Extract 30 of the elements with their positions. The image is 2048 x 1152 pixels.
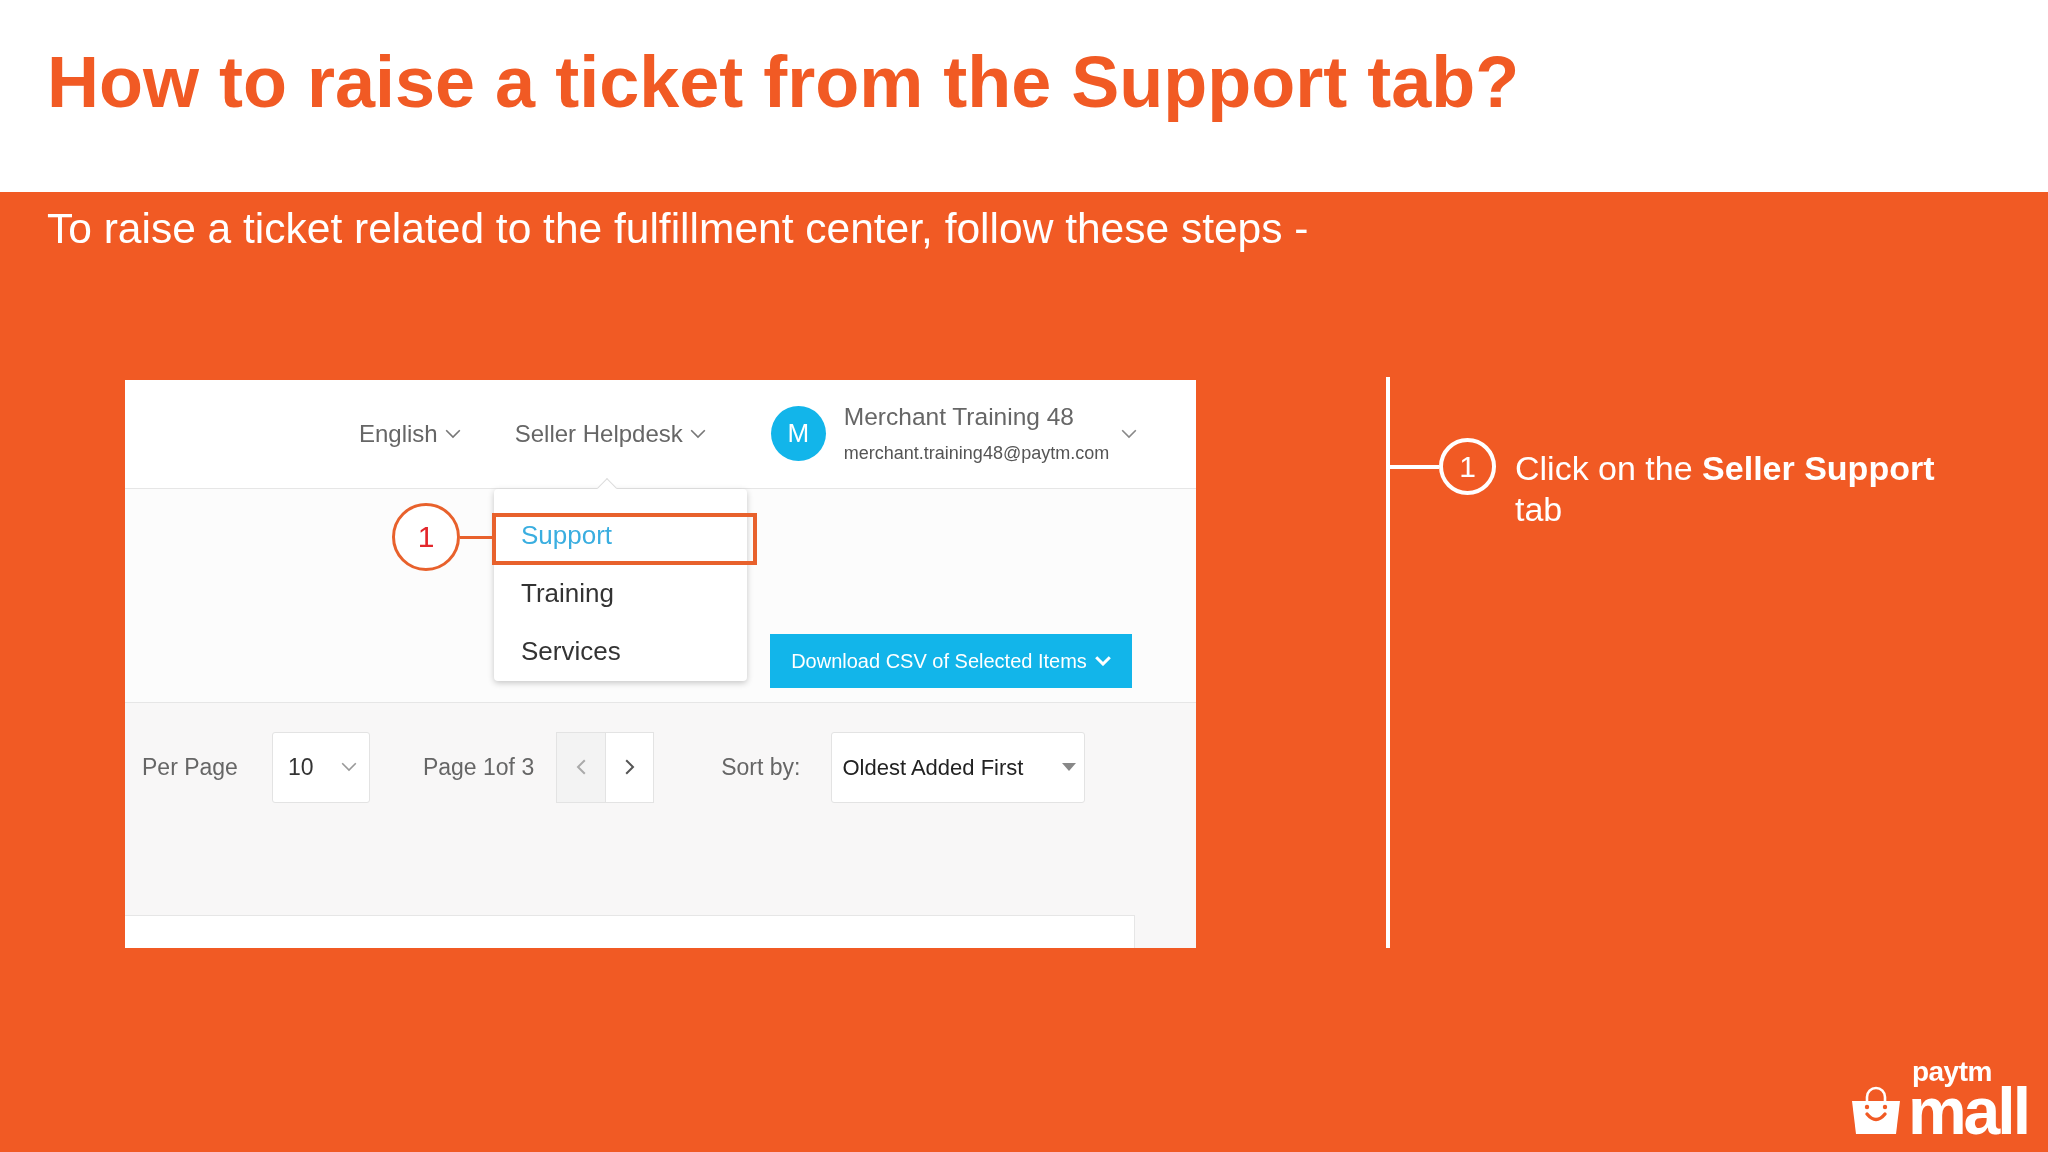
shopping-bag-icon: [1851, 1086, 1900, 1134]
user-name: Merchant Training 48: [843, 403, 1075, 431]
sort-select[interactable]: Oldest Added First: [831, 731, 1086, 803]
language-menu[interactable]: English: [359, 415, 461, 452]
menu-item[interactable]: Services: [494, 622, 747, 681]
chevron-right-icon: [624, 759, 635, 775]
logo-text: paytm: [1911, 1058, 1992, 1086]
page-indicator: Page 1of 3: [422, 752, 535, 782]
chevron-down-icon: [444, 428, 461, 439]
step-number: 1: [1439, 437, 1496, 495]
step-text: Click on the Seller Support tab: [1515, 447, 1936, 530]
callout-number: 1: [392, 502, 460, 571]
chevron-down-icon: [689, 428, 706, 439]
sort-label: Sort by:: [721, 752, 801, 782]
previous-page-button[interactable]: [556, 731, 607, 803]
logo-text: mall: [1907, 1086, 2028, 1136]
helpdesk-menu[interactable]: Seller Helpdesk: [514, 415, 706, 452]
slide-subtitle: To raise a ticket related to the fulfillment center, follow these steps -: [47, 208, 1309, 251]
chevron-down-icon: [1094, 655, 1111, 666]
chevron-down-icon: [340, 762, 357, 772]
next-page-button[interactable]: [606, 731, 655, 803]
per-page-label: Per Page: [142, 752, 238, 782]
per-page-select[interactable]: 10: [271, 731, 370, 803]
chevron-left-icon: [576, 759, 587, 775]
avatar: M: [770, 406, 826, 461]
connector-line: [460, 535, 492, 539]
chevron-down-icon[interactable]: [1121, 428, 1138, 439]
user-email: merchant.training48@paytm.com: [843, 442, 1110, 464]
caret-down-icon: [1062, 763, 1077, 771]
menu-item[interactable]: Training: [494, 564, 747, 623]
